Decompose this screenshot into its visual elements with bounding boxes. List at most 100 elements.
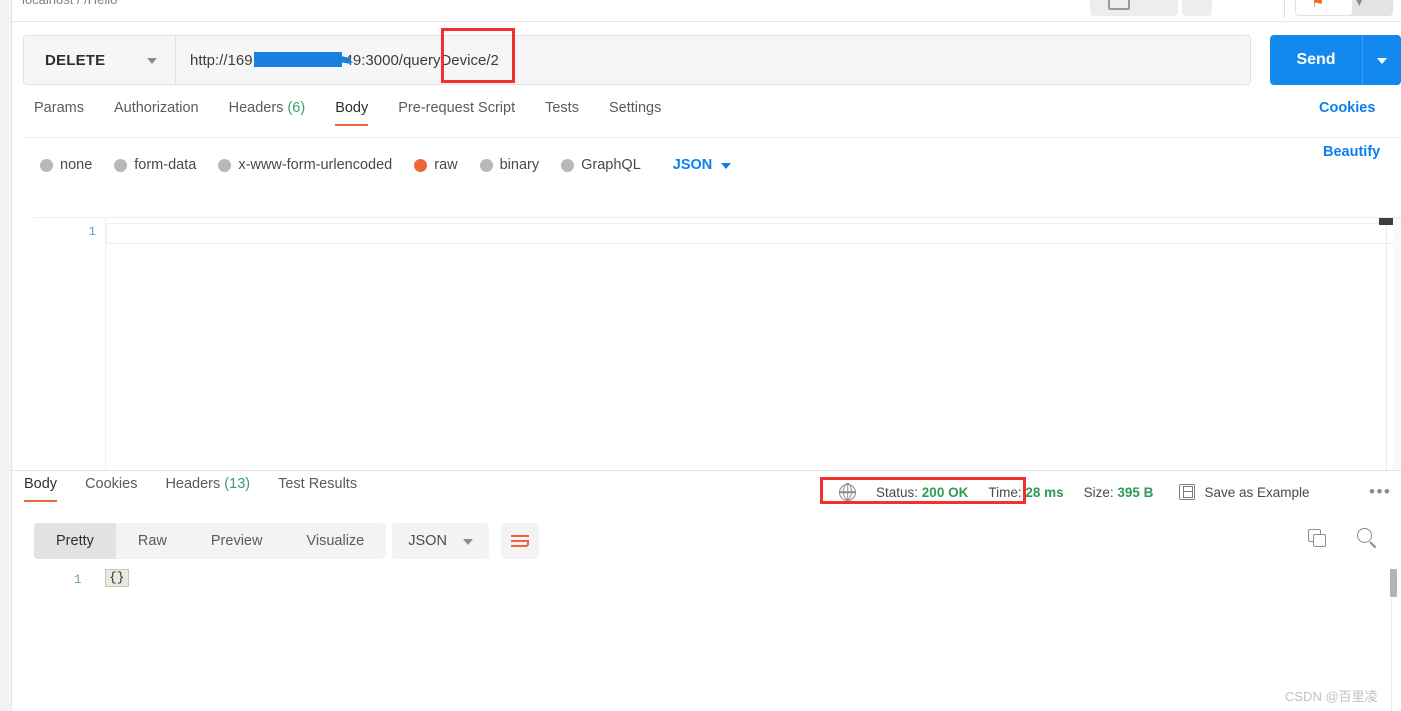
- tab-body[interactable]: Body: [335, 100, 386, 126]
- status-value: 200 OK: [921, 484, 969, 500]
- radio-selected-icon: [414, 158, 428, 172]
- send-button[interactable]: Send: [1270, 35, 1401, 85]
- view-raw-button[interactable]: Raw: [116, 523, 189, 559]
- copy-icon[interactable]: [1308, 529, 1328, 549]
- chevron-down-icon[interactable]: ▾: [1356, 0, 1363, 8]
- editor-gutter: 1: [34, 218, 106, 483]
- body-type-label: form-data: [134, 157, 197, 173]
- body-type-raw[interactable]: raw: [414, 157, 458, 173]
- tab-count: (6): [287, 100, 306, 116]
- response-pane: Body Cookies Headers (13) Test Results S…: [12, 471, 1401, 711]
- tab-label: Test Results: [278, 476, 358, 492]
- send-button-label: Send: [1270, 35, 1363, 85]
- view-pretty-button[interactable]: Pretty: [34, 523, 116, 559]
- more-options-button[interactable]: •••: [1369, 483, 1391, 500]
- editor-scrollbar-thumb[interactable]: [1379, 218, 1393, 225]
- chevron-down-icon: [721, 163, 732, 169]
- radio-icon: [218, 158, 232, 172]
- time-badge: Time: 28 ms: [988, 485, 1063, 500]
- send-options-button[interactable]: [1363, 35, 1401, 85]
- size-badge: Size: 395 B: [1084, 485, 1154, 500]
- topbar-chip-one[interactable]: [1090, 0, 1178, 16]
- tab-label: Authorization: [113, 100, 199, 116]
- line-number: 1: [74, 573, 82, 587]
- tab-label: Settings: [608, 100, 662, 116]
- breadcrumb[interactable]: localhost / /Hello: [22, 0, 117, 7]
- time-value: 28 ms: [1025, 484, 1064, 500]
- cookies-link[interactable]: Cookies: [1319, 100, 1375, 116]
- radio-icon: [561, 158, 575, 172]
- time-label: Time:: [988, 484, 1022, 500]
- method-selector[interactable]: DELETE: [24, 36, 176, 84]
- chevron-down-icon: [1377, 58, 1387, 64]
- method-label: DELETE: [45, 51, 106, 69]
- body-type-label: binary: [499, 157, 540, 173]
- response-tabs: Body Cookies Headers (13) Test Results: [24, 476, 385, 512]
- body-type-options: none form-data x-www-form-urlencoded raw…: [40, 150, 732, 180]
- tab-label: Body: [24, 476, 58, 492]
- tab-label: Pre-request Script: [398, 100, 516, 116]
- raw-format-selector[interactable]: JSON: [673, 157, 732, 173]
- body-type-form-data[interactable]: form-data: [114, 157, 196, 173]
- request-body-editor[interactable]: 1: [34, 217, 1401, 483]
- body-type-graphql[interactable]: GraphQL: [561, 157, 641, 173]
- response-format-label: JSON: [408, 533, 447, 549]
- save-as-example-label: Save as Example: [1204, 484, 1310, 500]
- url-input[interactable]: http://169 49:3000/queryDevice/2: [176, 36, 1250, 84]
- editor-active-line[interactable]: [106, 223, 1401, 244]
- tab-tests[interactable]: Tests: [545, 100, 597, 126]
- raw-format-label: JSON: [672, 157, 713, 173]
- tab-pre-request-script[interactable]: Pre-request Script: [398, 100, 533, 126]
- status-label: Status:: [876, 484, 919, 500]
- tab-authorization[interactable]: Authorization: [114, 100, 217, 126]
- body-type-label: none: [60, 157, 93, 173]
- request-tabs: Params Authorization Headers (6) Body Pr…: [34, 100, 754, 138]
- response-body-viewer[interactable]: 1 {}: [24, 567, 1401, 711]
- tab-settings[interactable]: Settings: [609, 100, 679, 126]
- response-tab-cookies[interactable]: Cookies: [85, 476, 137, 502]
- response-tab-test-results[interactable]: Test Results: [278, 476, 357, 502]
- tab-headers[interactable]: Headers (6): [229, 100, 324, 126]
- body-type-binary[interactable]: binary: [479, 157, 540, 173]
- postman-window: localhost / /Hello ⚑ ▾ DELETE http://169…: [0, 0, 1401, 711]
- radio-icon: [479, 158, 493, 172]
- globe-icon: [839, 483, 856, 501]
- editor-scrollbar-track[interactable]: [1386, 218, 1387, 483]
- tab-label: Cookies: [85, 476, 138, 492]
- radio-icon: [40, 158, 53, 172]
- view-preview-button[interactable]: Preview: [189, 523, 285, 559]
- tab-params[interactable]: Params: [34, 100, 102, 126]
- editor-right-gutter: [1393, 218, 1401, 483]
- save-as-example-button[interactable]: Save as Example: [1179, 484, 1310, 500]
- body-type-none[interactable]: none: [40, 157, 92, 173]
- topbar-chip-two[interactable]: [1182, 0, 1212, 16]
- search-icon[interactable]: [1357, 528, 1379, 550]
- top-strip: localhost / /Hello ⚑ ▾: [0, 0, 1401, 22]
- url-suffix: 49:3000/queryDevice/2: [344, 51, 499, 69]
- topbar-separator: [1284, 0, 1285, 18]
- radio-icon: [114, 158, 128, 172]
- wrap-lines-button[interactable]: [500, 523, 539, 559]
- size-label: Size:: [1083, 484, 1114, 500]
- response-tab-body[interactable]: Body: [24, 476, 58, 502]
- view-label: Pretty: [56, 533, 94, 549]
- left-rail: [0, 22, 12, 711]
- layout-icon: [1108, 0, 1130, 10]
- view-label: Raw: [137, 533, 167, 549]
- response-status-group: Status: 200 OK Time: 28 ms Size: 395 B S…: [839, 479, 1310, 505]
- body-type-x-www-form-urlencoded[interactable]: x-www-form-urlencoded: [218, 157, 392, 173]
- chevron-down-icon: [462, 539, 473, 545]
- response-scrollbar-thumb[interactable]: [1390, 569, 1397, 597]
- response-view-segmented-control: Pretty Raw Preview Visualize: [34, 523, 387, 559]
- body-type-label: x-www-form-urlencoded: [238, 157, 393, 173]
- response-body-content: {}: [105, 569, 129, 587]
- view-visualize-button[interactable]: Visualize: [284, 523, 386, 559]
- response-format-selector[interactable]: JSON: [392, 523, 489, 559]
- beautify-link[interactable]: Beautify: [1323, 144, 1380, 160]
- line-number: 1: [88, 225, 96, 239]
- url-redaction-bar: [254, 52, 342, 67]
- response-tab-headers[interactable]: Headers (13): [165, 476, 250, 502]
- flag-icon: ⚑: [1311, 0, 1325, 11]
- tab-count: (13): [224, 476, 251, 492]
- body-type-label: GraphQL: [581, 157, 641, 173]
